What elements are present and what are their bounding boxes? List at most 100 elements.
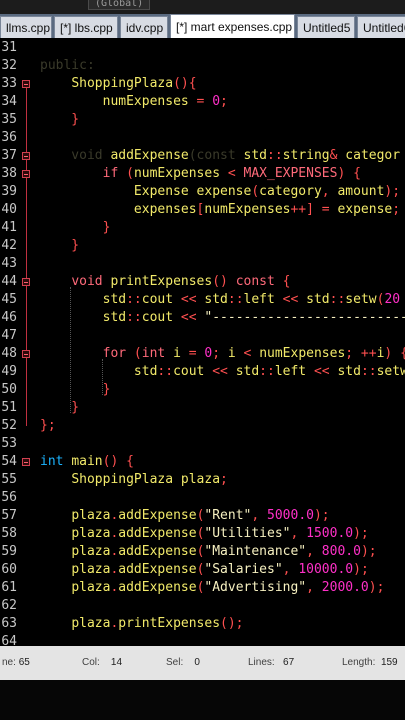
code-editor[interactable]: 31 32 public: 33 ShoppingPlaza(){34 numExpe…: [0, 38, 405, 646]
code-token: for: [102, 346, 127, 361]
code-token: 5000.0: [267, 508, 314, 523]
code-line[interactable]: 56: [0, 489, 405, 507]
line-number: 40: [1, 202, 17, 217]
code-line[interactable]: 39 Expense expense(category, amount);: [0, 183, 405, 201]
code-line[interactable]: 37 void addExpense(const std::string& ca…: [0, 147, 405, 165]
file-tab[interactable]: [*] lbs.cpp: [54, 16, 118, 38]
code-token: printExpenses: [118, 616, 221, 631]
code-line[interactable]: 57 plaza.addExpense("Rent", 5000.0);: [0, 507, 405, 525]
code-line[interactable]: 34 numExpenses = 0;: [0, 93, 405, 111]
code-token: numExpenses: [133, 166, 221, 181]
status-length: Length: 159: [342, 657, 398, 668]
file-tab[interactable]: idv.cpp: [120, 16, 168, 38]
fold-toggle-icon[interactable]: [22, 170, 30, 178]
code-token: );: [313, 508, 330, 523]
code-line[interactable]: 61 plaza.addExpense("Advertising", 2000.…: [0, 579, 405, 597]
code-token: int: [141, 346, 166, 361]
code-token: cout: [141, 292, 174, 307]
code-token: <<: [173, 310, 205, 325]
code-line[interactable]: 60 plaza.addExpense("Salaries", 10000.0)…: [0, 561, 405, 579]
code-token: i: [173, 346, 181, 361]
code-line[interactable]: 55 ShoppingPlaza plaza;: [0, 471, 405, 489]
code-line[interactable]: 64: [0, 633, 405, 646]
code-token: ::: [259, 364, 275, 379]
code-token: ::: [126, 310, 142, 325]
code-token: 2000.0: [321, 580, 369, 595]
code-token: ,: [321, 184, 338, 199]
code-token: ) {: [337, 166, 361, 181]
code-token: ;: [220, 94, 228, 109]
code-text: void addExpense(const std::string& categ…: [40, 147, 400, 165]
file-tab[interactable]: Untitled5: [297, 16, 355, 38]
code-token: int: [40, 454, 64, 469]
code-token: categor: [345, 148, 401, 163]
line-number: 57: [1, 508, 17, 523]
code-token: ; ++: [345, 346, 377, 361]
code-text: numExpenses = 0;: [40, 93, 228, 111]
code-line[interactable]: 40 expenses[numExpenses++] = expense;: [0, 201, 405, 219]
code-text: plaza.addExpense("Maintenance", 800.0);: [40, 543, 376, 561]
scope-selector[interactable]: (Global): [88, 0, 151, 10]
code-token: }: [40, 238, 80, 253]
code-line[interactable]: 44 void printExpenses() const {: [0, 273, 405, 291]
fold-toggle-icon[interactable]: [22, 80, 30, 88]
code-line[interactable]: 53: [0, 435, 405, 453]
code-line[interactable]: 51 }: [0, 399, 405, 417]
code-line[interactable]: 42 }: [0, 237, 405, 255]
code-line[interactable]: 38 if (numExpenses < MAX_EXPENSES) {: [0, 165, 405, 183]
code-token: );: [384, 184, 401, 199]
code-line[interactable]: 59 plaza.addExpense("Maintenance", 800.0…: [0, 543, 405, 561]
code-token: ::: [329, 292, 346, 307]
code-line[interactable]: 49 std::cout << std::left << std::setw: [0, 363, 405, 381]
code-token: <: [235, 346, 260, 361]
code-line[interactable]: 43: [0, 255, 405, 273]
code-line[interactable]: 41 }: [0, 219, 405, 237]
code-text: }: [40, 381, 111, 399]
fold-toggle-icon[interactable]: [22, 152, 30, 160]
code-line[interactable]: 54 int main() {: [0, 453, 405, 471]
code-line[interactable]: 58 plaza.addExpense("Utilities", 1500.0)…: [0, 525, 405, 543]
line-number: 61: [1, 580, 17, 595]
code-line[interactable]: 32 public:: [0, 57, 405, 75]
code-token: expense: [196, 184, 252, 199]
file-tab[interactable]: Untitled6: [357, 16, 405, 38]
code-line[interactable]: 33 ShoppingPlaza(){: [0, 75, 405, 93]
code-text: expenses[numExpenses++] = expense;: [40, 201, 400, 219]
code-token: std: [306, 292, 330, 307]
code-line[interactable]: 62: [0, 597, 405, 615]
code-line[interactable]: 63 plaza.printExpenses();: [0, 615, 405, 633]
code-line[interactable]: 31: [0, 39, 405, 57]
file-tab[interactable]: llms.cpp: [0, 16, 52, 38]
fold-toggle-icon[interactable]: [22, 458, 30, 466]
code-token: <: [220, 166, 244, 181]
code-text: plaza.addExpense("Rent", 5000.0);: [40, 507, 330, 525]
code-token: ++] =: [290, 202, 338, 217]
code-line[interactable]: 47: [0, 327, 405, 345]
code-token: ,: [282, 562, 299, 577]
code-line[interactable]: 45 std::cout << std::left << std::setw(2…: [0, 291, 405, 309]
line-number: 49: [1, 364, 17, 379]
line-number: 36: [1, 130, 17, 145]
code-line[interactable]: 52};: [0, 417, 405, 435]
code-token: "Rent": [204, 508, 252, 523]
code-line[interactable]: 35 }: [0, 111, 405, 129]
line-number: 55: [1, 472, 17, 487]
code-token: addExpense: [110, 148, 189, 163]
code-token: void: [71, 274, 103, 289]
code-line[interactable]: 50 }: [0, 381, 405, 399]
file-tab[interactable]: [*] mart expenses.cpp: [170, 14, 295, 38]
code-token: (: [251, 184, 260, 199]
fold-toggle-icon[interactable]: [22, 278, 30, 286]
code-token: (: [126, 346, 142, 361]
code-token: ::: [360, 364, 377, 379]
code-token: addExpense: [118, 526, 197, 541]
code-line[interactable]: 46 std::cout << "-----------------------…: [0, 309, 405, 327]
code-token: numExpenses: [102, 94, 189, 109]
code-text: std::cout << std::left << std::setw: [40, 363, 405, 381]
code-line[interactable]: 48 for (int i = 0; i < numExpenses; ++i)…: [0, 345, 405, 363]
code-line[interactable]: 36: [0, 129, 405, 147]
fold-toggle-icon[interactable]: [22, 350, 30, 358]
